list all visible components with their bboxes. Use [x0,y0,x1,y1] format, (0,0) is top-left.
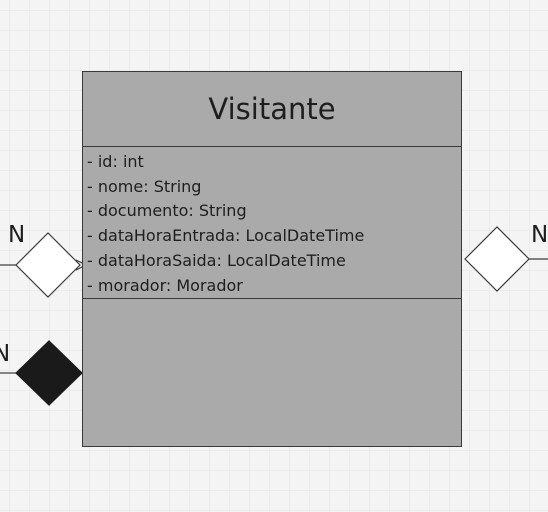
right-aggregation-multiplicity: N [531,222,548,248]
class-name[interactable]: Visitante [83,72,461,147]
attribute-data-hora-entrada[interactable]: - dataHoraEntrada: LocalDateTime [87,224,461,249]
attribute-data-hora-saida[interactable]: - dataHoraSaida: LocalDateTime [87,249,461,274]
right-aggregation-diamond[interactable] [464,226,530,292]
left-aggregation-diamond[interactable] [15,232,81,298]
attribute-morador[interactable]: - morador: Morador [87,274,461,299]
attributes-section[interactable]: - id: int - nome: String - documento: St… [83,147,461,299]
attribute-documento[interactable]: - documento: String [87,199,461,224]
methods-section[interactable] [83,299,461,446]
attribute-id[interactable]: - id: int [87,150,461,175]
attribute-nome[interactable]: - nome: String [87,175,461,200]
left-composition-diamond[interactable] [15,340,83,406]
class-box-visitante[interactable]: Visitante - id: int - nome: String - doc… [82,71,462,447]
left-aggregation-multiplicity: N [8,222,26,248]
left-composition-multiplicity: N [0,341,11,367]
